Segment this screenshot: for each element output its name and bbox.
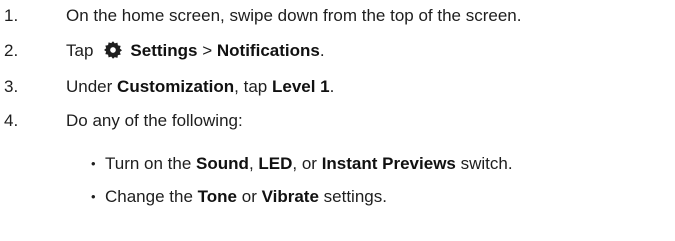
bullet-suffix: switch. <box>460 154 513 173</box>
step-prefix: Tap <box>66 41 94 60</box>
step-number: 1. <box>4 6 19 25</box>
bullet-text: Change the Tone or Vibrate settings. <box>105 182 387 212</box>
bullet-dot: • <box>91 189 96 204</box>
instruction-list: 1. On the home screen, swipe down from t… <box>0 0 675 241</box>
sound-label: Sound <box>196 154 249 173</box>
separator: > <box>202 41 213 60</box>
punctuation: . <box>329 77 335 96</box>
bullet-prefix: Change the <box>105 187 193 206</box>
step-4: 4. Do any of the following: <box>0 106 675 136</box>
step-connector: , tap <box>234 77 268 96</box>
settings-label: Settings <box>130 41 198 60</box>
instant-previews-label: Instant Previews <box>321 154 456 173</box>
step-text: Tap Settings > Notifications. <box>66 36 325 66</box>
bullet-item-1: • Turn on the Sound, LED, or Instant Pre… <box>0 149 675 179</box>
bullet-connector: , or <box>292 154 317 173</box>
notifications-label: Notifications <box>216 41 320 60</box>
step-2: 2. Tap Settings > Notifications. <box>0 36 675 66</box>
punctuation: , <box>248 154 254 173</box>
bullet-dot: • <box>91 156 96 171</box>
bullet-text: Turn on the Sound, LED, or Instant Previ… <box>105 149 513 179</box>
level-label: Level 1 <box>271 77 330 96</box>
step-number: 4. <box>4 111 19 130</box>
punctuation: . <box>319 41 325 60</box>
led-label: LED <box>258 154 293 173</box>
bullet-item-2: • Change the Tone or Vibrate settings. <box>0 182 675 212</box>
step-number: 3. <box>4 77 19 96</box>
step-text: Under Customization, tap Level 1. <box>66 72 334 102</box>
step-text: Do any of the following: <box>66 111 243 130</box>
step-prefix: Under <box>66 77 113 96</box>
step-number: 2. <box>4 41 19 60</box>
vibrate-label: Vibrate <box>261 187 319 206</box>
step-text: On the home screen, swipe down from the … <box>66 6 522 25</box>
customization-label: Customization <box>117 77 235 96</box>
tone-label: Tone <box>197 187 237 206</box>
step-1: 1. On the home screen, swipe down from t… <box>0 1 675 31</box>
gear-icon <box>103 40 123 60</box>
bullet-prefix: Turn on the <box>105 154 192 173</box>
step-3: 3. Under Customization, tap Level 1. <box>0 72 675 102</box>
bullet-suffix: settings. <box>323 187 387 206</box>
bullet-connector: or <box>241 187 257 206</box>
